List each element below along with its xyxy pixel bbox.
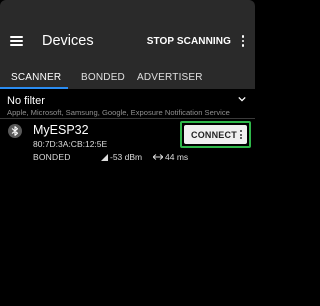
connect-button[interactable]: CONNECT — [184, 125, 247, 144]
stop-scanning-button[interactable]: STOP SCANNING — [147, 36, 231, 47]
app-screen: Devices STOP SCANNING SCANNER BONDED ADV… — [0, 0, 255, 306]
tab-bonded[interactable]: BONDED — [81, 72, 125, 83]
tab-advertiser[interactable]: ADVERTISER — [137, 72, 203, 83]
connect-label: CONNECT — [191, 129, 237, 140]
page-title: Devices — [42, 33, 94, 49]
tab-bar: SCANNER BONDED ADVERTISER — [0, 65, 255, 89]
connect-more-icon[interactable] — [237, 129, 245, 140]
chevron-down-icon[interactable] — [238, 95, 246, 103]
device-mac-address: 80:7D:3A:CB:12:5E — [33, 139, 108, 149]
filter-panel[interactable]: No filter Apple, Microsoft, Samsung, Goo… — [0, 89, 255, 119]
bond-state: BONDED — [33, 152, 71, 162]
connect-highlight: CONNECT — [180, 121, 251, 148]
status-bar — [0, 0, 255, 17]
interval-readout: 44 ms — [153, 152, 188, 162]
interval-value: 44 ms — [165, 152, 189, 162]
filter-subtitle: Apple, Microsoft, Samsung, Google, Expos… — [7, 108, 230, 117]
signal-strength-icon — [101, 153, 108, 161]
device-row[interactable]: MyESP32 80:7D:3A:CB:12:5E BONDED -53 dBm… — [0, 119, 255, 169]
rssi-readout: -53 dBm — [101, 152, 142, 162]
tab-scanner[interactable]: SCANNER — [11, 72, 61, 83]
hamburger-icon[interactable] — [10, 36, 23, 46]
interval-arrows-icon — [153, 154, 163, 160]
more-vert-icon[interactable] — [239, 35, 247, 47]
device-name: MyESP32 — [33, 123, 89, 137]
app-bar: Devices STOP SCANNING — [0, 17, 255, 65]
rssi-value: -53 dBm — [110, 152, 143, 162]
filter-title: No filter — [7, 95, 45, 107]
bluetooth-icon — [8, 124, 22, 138]
